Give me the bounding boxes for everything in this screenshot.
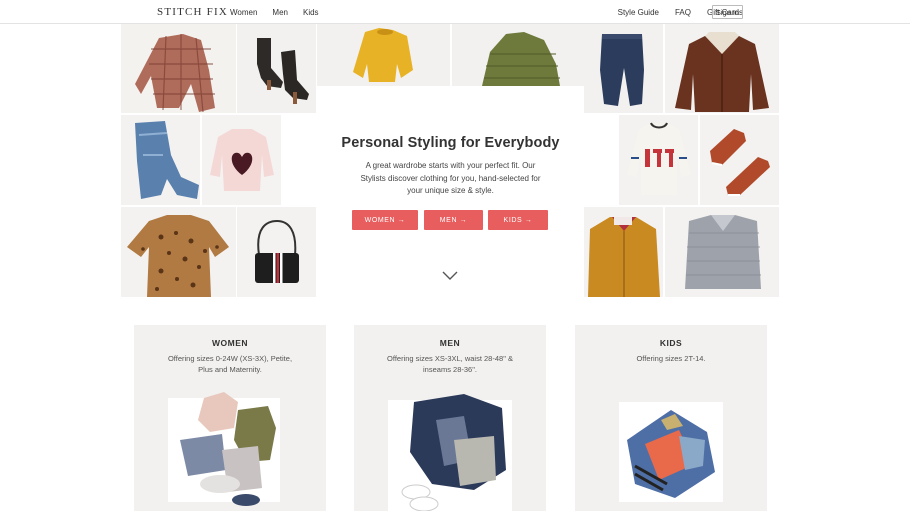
kids-card-description: Offering sizes 2T-14. (636, 354, 706, 363)
chevron-down-icon[interactable] (442, 270, 458, 282)
hero-panel: Personal Styling for Everybody A great w… (317, 86, 584, 297)
sneakers-image (700, 115, 779, 205)
women-button[interactable]: WOMEN → (352, 210, 418, 230)
graphic-tee-image (619, 115, 698, 205)
dark-jeans-image (584, 24, 663, 113)
kids-card-title: KIDS (659, 338, 683, 348)
leopard-top-image (121, 207, 236, 297)
mustard-jacket-image (584, 207, 663, 297)
women-category-card[interactable]: WOMEN Offering sizes 0-24W (XS-3X), Peti… (134, 325, 326, 511)
men-card-description: Offering sizes XS-3XL, waist 28-48" & in… (387, 354, 513, 374)
kids-button[interactable]: KIDS → (488, 210, 548, 230)
men-outfit-image (388, 394, 512, 511)
nav-men-link[interactable]: Men (272, 8, 288, 17)
yellow-sweater-image (317, 24, 450, 86)
top-nav: STITCH FIX Women Men Kids Style Guide FA… (0, 0, 910, 24)
plaid-coat-image (121, 24, 236, 113)
nav-faq-link[interactable]: FAQ (675, 8, 691, 17)
kids-category-card[interactable]: KIDS Offering sizes 2T-14. (575, 325, 767, 511)
women-card-description: Offering sizes 0-24W (XS-3X), Petite, Pl… (167, 354, 293, 374)
gray-shirt-image (665, 207, 779, 297)
sherpa-jacket-image (665, 24, 779, 113)
women-outfit-image (168, 392, 280, 506)
jeans-image (121, 115, 200, 205)
sign-in-button[interactable]: Sign In (712, 5, 743, 19)
crossbody-bag-image (237, 207, 316, 297)
heart-sweater-image (202, 115, 281, 205)
logo[interactable]: STITCH FIX (157, 6, 228, 18)
puffer-jacket-image (452, 24, 584, 86)
nav-women-link[interactable]: Women (230, 8, 257, 17)
men-category-card[interactable]: MEN Offering sizes XS-3XL, waist 28-48" … (354, 325, 546, 511)
nav-kids-link[interactable]: Kids (303, 8, 319, 17)
ankle-boots-image (237, 24, 316, 113)
men-button[interactable]: MEN → (424, 210, 483, 230)
kids-outfit-image (619, 402, 723, 502)
hero-title: Personal Styling for Everybody (341, 135, 560, 151)
nav-left: Women Men Kids (230, 8, 319, 17)
women-card-title: WOMEN (211, 338, 249, 348)
men-card-title: MEN (439, 338, 461, 348)
hero-description: A great wardrobe starts with your perfec… (360, 161, 541, 195)
nav-style-guide-link[interactable]: Style Guide (618, 8, 659, 17)
